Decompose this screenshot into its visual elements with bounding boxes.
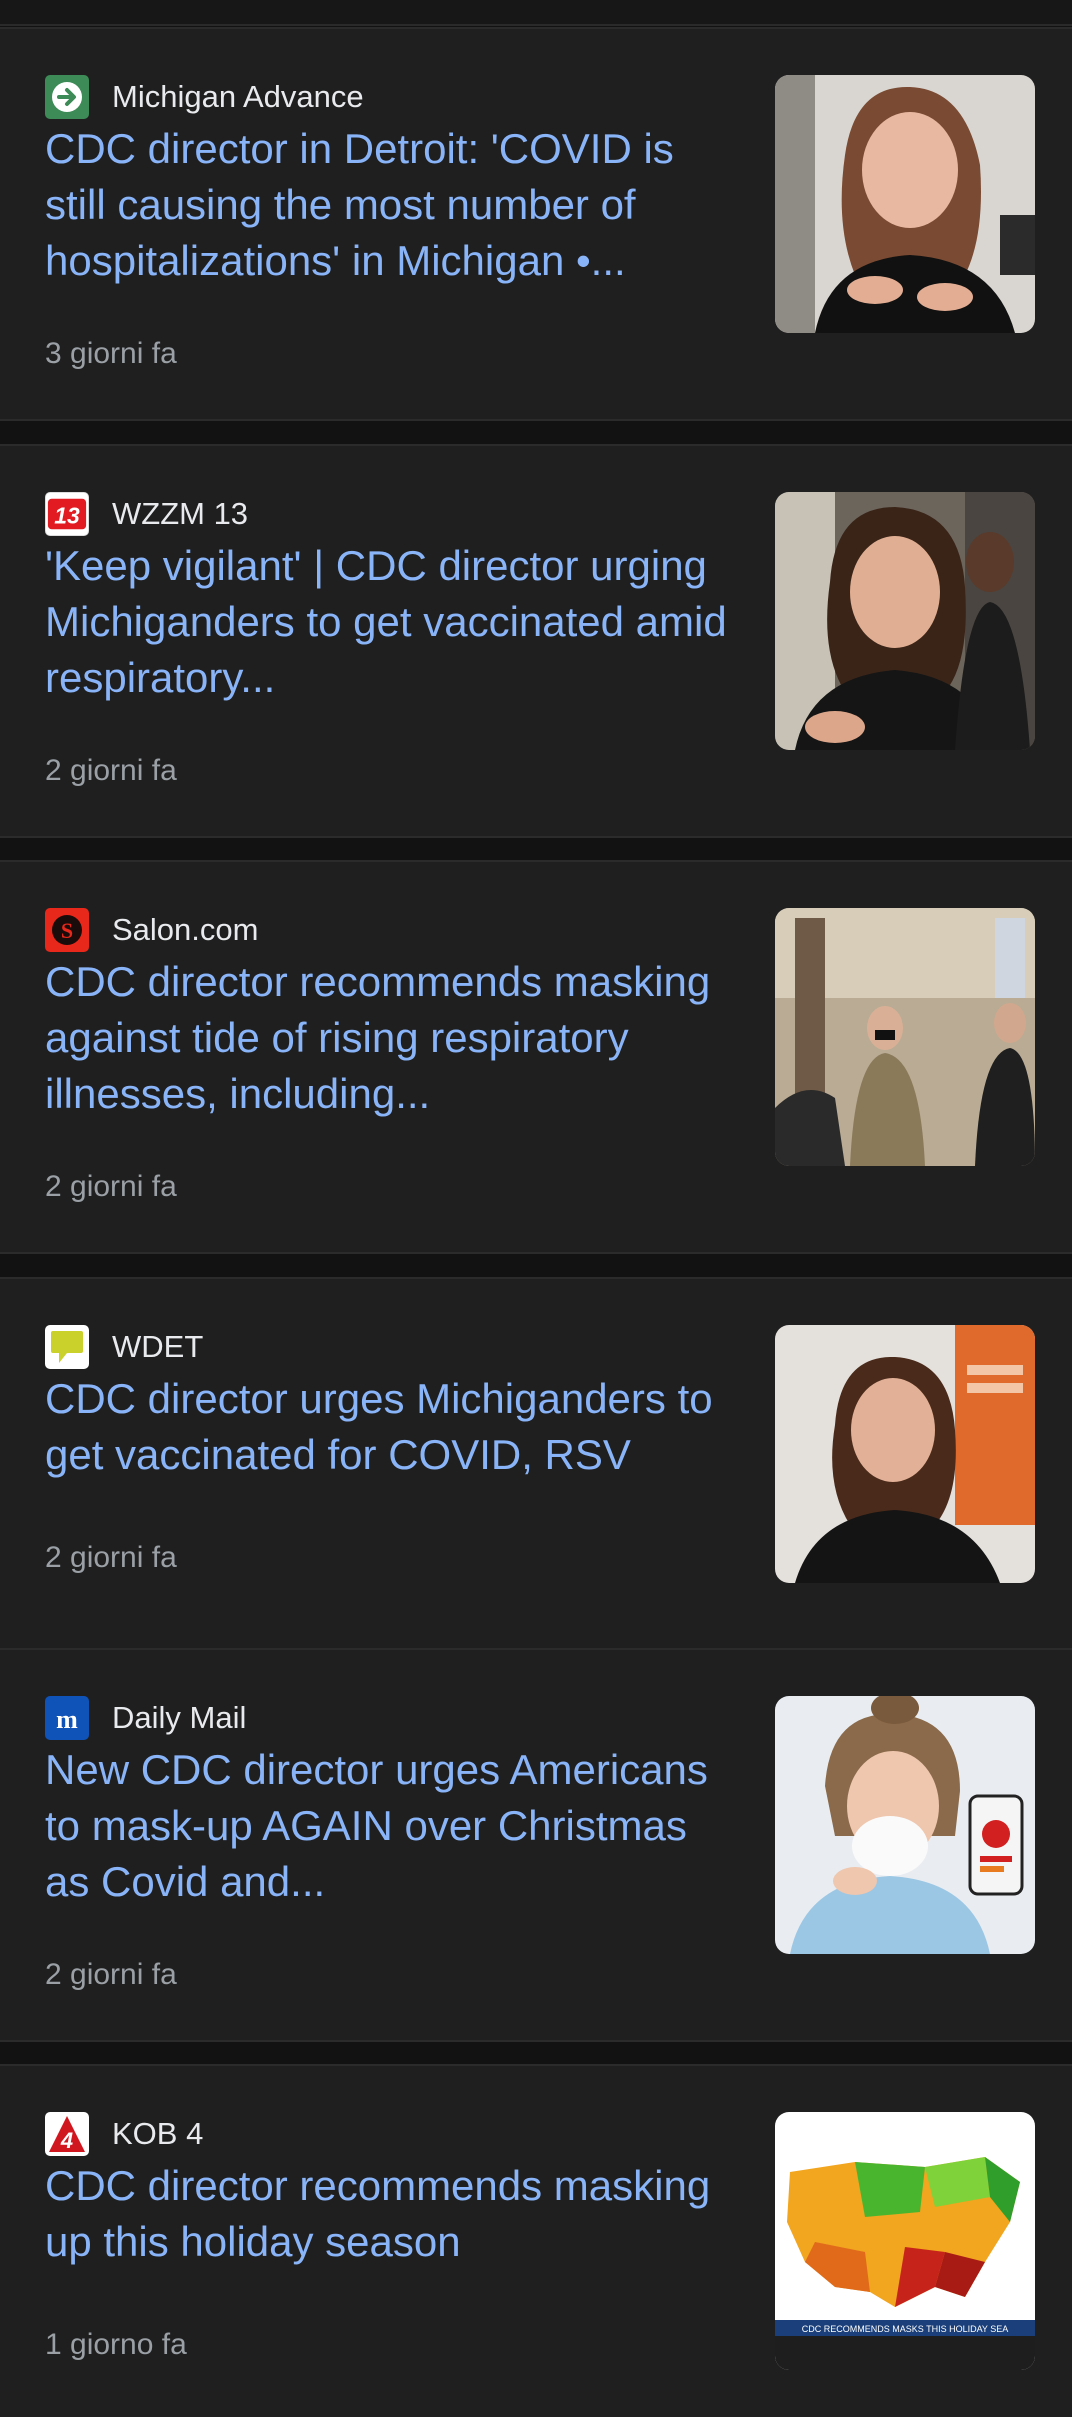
news-card[interactable]: S Salon.com CDC director recommends mask… — [0, 860, 1072, 1254]
kob-4-logo: 4 — [45, 2112, 89, 2156]
headline-link[interactable]: CDC director urges Michiganders to get v… — [45, 1371, 735, 1483]
article-thumbnail[interactable] — [775, 1325, 1035, 1583]
source-name[interactable]: WDET — [112, 1329, 203, 1365]
source-row: 13 WZZM 13 — [45, 492, 248, 536]
published-time: 2 giorni fa — [45, 1541, 177, 1574]
source-row: Michigan Advance — [45, 75, 364, 119]
svg-text:S: S — [61, 918, 73, 943]
published-time: 2 giorni fa — [45, 1958, 177, 1991]
source-name[interactable]: WZZM 13 — [112, 496, 248, 532]
headline-link[interactable]: 'Keep vigilant' | CDC director urging Mi… — [45, 538, 735, 706]
headline-link[interactable]: CDC director recommends masking against … — [45, 954, 735, 1122]
news-card[interactable]: m Daily Mail New CDC director urges Amer… — [0, 1648, 1072, 2042]
article-thumbnail[interactable] — [775, 908, 1035, 1166]
news-card[interactable]: WDET CDC director urges Michiganders to … — [0, 1277, 1072, 1671]
article-thumbnail[interactable] — [775, 492, 1035, 750]
source-name[interactable]: Michigan Advance — [112, 79, 364, 115]
news-card[interactable]: Michigan Advance CDC director in Detroit… — [0, 27, 1072, 421]
news-card[interactable]: 13 WZZM 13 'Keep vigilant' | CDC directo… — [0, 444, 1072, 838]
headline-link[interactable]: CDC director in Detroit: 'COVID is still… — [45, 121, 735, 289]
article-thumbnail[interactable]: CDC RECOMMENDS MASKS THIS HOLIDAY SEA — [775, 2112, 1035, 2370]
headline-link[interactable]: CDC director recommends masking up this … — [45, 2158, 735, 2270]
svg-text:4: 4 — [60, 2128, 73, 2153]
source-name[interactable]: Salon.com — [112, 912, 258, 948]
article-thumbnail[interactable] — [775, 75, 1035, 333]
wzzm-13-logo: 13 — [45, 492, 89, 536]
arrow-right-icon — [45, 75, 89, 119]
source-row: WDET — [45, 1325, 203, 1369]
svg-text:13: 13 — [54, 503, 80, 529]
published-time: 2 giorni fa — [45, 1170, 177, 1203]
source-name[interactable]: KOB 4 — [112, 2116, 203, 2152]
salon-s-logo: S — [45, 908, 89, 952]
thumbnail-caption: CDC RECOMMENDS MASKS THIS HOLIDAY SEA — [802, 2324, 1009, 2334]
daily-mail-m-logo: m — [45, 1696, 89, 1740]
news-card[interactable]: 4 KOB 4 CDC director recommends masking … — [0, 2064, 1072, 2417]
headline-link[interactable]: New CDC director urges Americans to mask… — [45, 1742, 735, 1910]
published-time: 3 giorni fa — [45, 337, 177, 370]
svg-text:m: m — [56, 1705, 78, 1734]
published-time: 1 giorno fa — [45, 2328, 187, 2361]
source-name[interactable]: Daily Mail — [112, 1700, 246, 1736]
source-row: m Daily Mail — [45, 1696, 246, 1740]
article-thumbnail[interactable] — [775, 1696, 1035, 1954]
published-time: 2 giorni fa — [45, 754, 177, 787]
source-row: 4 KOB 4 — [45, 2112, 203, 2156]
wdet-speech-bubble-logo — [45, 1325, 89, 1369]
source-row: S Salon.com — [45, 908, 258, 952]
top-status-strip — [0, 0, 1072, 26]
